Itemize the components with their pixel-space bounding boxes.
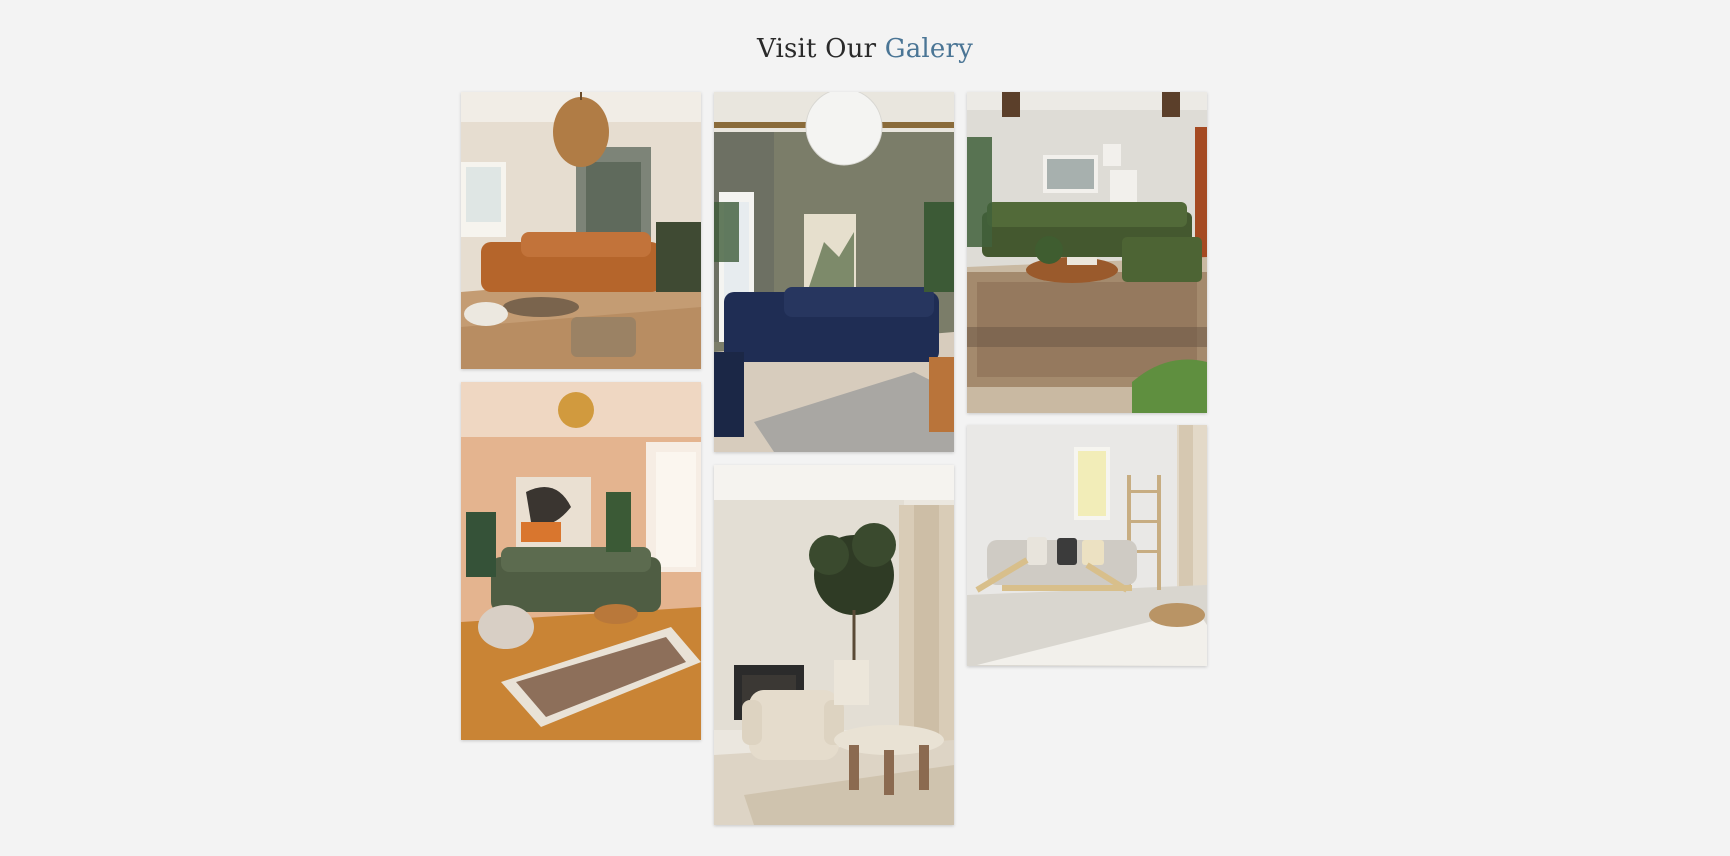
page-title: Visit Our Galery <box>0 34 1730 64</box>
living-room-wooden-futon-photo <box>967 425 1207 666</box>
gallery-image-5[interactable] <box>967 92 1207 413</box>
gallery-image-1[interactable] <box>461 92 701 369</box>
living-room-navy-sofa-photo <box>714 92 954 452</box>
living-room-tan-sofa-photo <box>461 92 701 369</box>
living-room-green-sofa-warm-photo <box>461 382 701 740</box>
title-accent: Galery <box>884 34 974 64</box>
gallery-image-3[interactable] <box>714 92 954 452</box>
living-room-cream-armchair-photo <box>714 465 954 825</box>
title-prefix: Visit Our <box>756 34 877 64</box>
gallery-image-4[interactable] <box>714 465 954 825</box>
gallery-image-2[interactable] <box>461 382 701 740</box>
gallery-image-6[interactable] <box>967 425 1207 666</box>
living-room-green-sectional-photo <box>967 92 1207 413</box>
